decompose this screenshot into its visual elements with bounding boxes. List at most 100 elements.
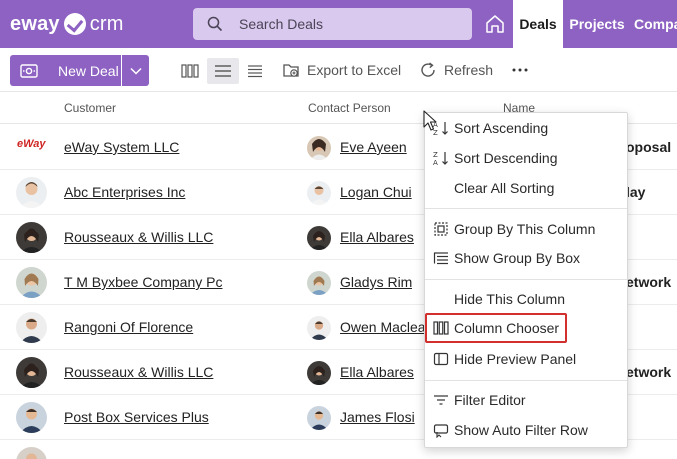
avatar — [307, 181, 331, 205]
column-chooser-icon — [433, 321, 449, 335]
view-list-button[interactable] — [207, 58, 239, 84]
menu-separator — [425, 380, 627, 381]
deal-icon — [20, 63, 38, 78]
filter-icon — [434, 395, 448, 405]
deal-name[interactable]: etwork — [626, 364, 671, 380]
avatar — [16, 177, 47, 208]
column-context-menu: AZ Sort Ascending ZA Sort Descending Cle… — [424, 112, 628, 448]
avatar — [307, 406, 331, 430]
export-label: Export to Excel — [307, 62, 402, 78]
refresh-icon — [421, 62, 435, 77]
preview-panel-icon — [433, 352, 449, 366]
logo-check-icon — [63, 13, 86, 35]
svg-text:A: A — [433, 159, 438, 166]
search-placeholder: Search Deals — [239, 16, 324, 32]
avatar — [16, 357, 47, 388]
menu-item-label: Filter Editor — [454, 392, 526, 408]
contact-link[interactable]: Logan Chui — [340, 184, 412, 200]
menu-item-label: Show Group By Box — [454, 250, 581, 266]
menu-item-label: Show Auto Filter Row — [454, 422, 588, 438]
menu-separator — [425, 279, 627, 280]
tab-deals[interactable]: Deals — [513, 0, 563, 48]
menu-item-label: Sort Descending — [454, 150, 558, 166]
more-options-button[interactable] — [510, 62, 530, 78]
mouse-cursor-icon — [423, 110, 437, 131]
new-deal-dropdown-button[interactable] — [122, 55, 149, 86]
menu-item-column-chooser[interactable]: Column Chooser — [425, 313, 567, 343]
avatar — [307, 316, 331, 340]
tab-companies[interactable]: Companies — [634, 0, 677, 48]
menu-item-clear-sorting[interactable]: Clear All Sorting — [425, 175, 627, 201]
svg-text:Z: Z — [433, 151, 438, 159]
customer-link[interactable]: T M Byxbee Company Pc — [64, 274, 222, 290]
new-deal-button[interactable]: New Deal — [10, 55, 121, 86]
avatar — [16, 312, 47, 343]
search-box[interactable]: Search Deals — [193, 8, 472, 40]
deal-name[interactable]: lay — [626, 184, 645, 200]
contact-link[interactable]: Eve Ayeen — [340, 139, 407, 155]
customer-link[interactable]: eWay System LLC — [64, 139, 179, 155]
customer-link[interactable]: Post Box Services Plus — [64, 409, 209, 425]
refresh-label: Refresh — [444, 62, 494, 78]
chevron-down-icon — [129, 67, 142, 75]
avatar — [16, 267, 47, 298]
view-cards-button[interactable] — [174, 58, 206, 84]
new-deal-label: New Deal — [58, 62, 119, 79]
column-header-contact[interactable]: Contact Person — [308, 101, 391, 115]
contact-link[interactable]: Gladys Rim — [340, 274, 412, 290]
export-excel-icon — [283, 64, 299, 77]
menu-item-label: Sort Ascending — [454, 120, 549, 136]
customer-link[interactable]: Rousseaux & Willis LLC — [64, 364, 213, 380]
top-bar: eway crm Search Deals Deals Projects Com… — [0, 0, 677, 48]
group-by-icon — [434, 222, 448, 236]
menu-item-label: Hide Preview Panel — [454, 351, 577, 367]
menu-item-group-by-column[interactable]: Group By This Column — [425, 216, 627, 242]
refresh-button[interactable]: Refresh — [419, 56, 493, 84]
auto-filter-icon — [433, 424, 449, 438]
column-header-customer[interactable]: Customer — [64, 101, 116, 115]
contact-link[interactable]: Ella Albares — [340, 229, 414, 245]
avatar — [307, 361, 331, 385]
menu-item-label: Column Chooser — [454, 320, 560, 336]
menu-item-label: Clear All Sorting — [454, 180, 555, 196]
deal-name[interactable]: oposal — [626, 139, 671, 155]
group-box-icon — [433, 252, 448, 265]
menu-item-auto-filter-row[interactable]: Show Auto Filter Row — [425, 417, 627, 443]
columns-view-icon — [181, 64, 199, 78]
logo-text-left: eway — [10, 12, 60, 35]
more-icon — [512, 68, 528, 72]
contact-link[interactable]: Owen Maclea — [340, 319, 424, 335]
app-logo[interactable]: eway crm — [10, 12, 124, 36]
compact-list-icon — [248, 65, 262, 78]
menu-item-show-group-box[interactable]: Show Group By Box — [425, 245, 627, 271]
avatar — [16, 402, 47, 433]
logo-text-right: crm — [89, 12, 124, 35]
customer-logo: eWay — [17, 138, 46, 150]
avatar — [16, 222, 47, 253]
tab-projects[interactable]: Projects — [567, 0, 627, 48]
export-to-excel-button[interactable]: Export to Excel — [282, 56, 401, 84]
menu-item-label: Group By This Column — [454, 221, 596, 237]
menu-item-filter-editor[interactable]: Filter Editor — [425, 387, 627, 413]
avatar — [307, 271, 331, 295]
menu-item-sort-ascending[interactable]: AZ Sort Ascending — [425, 115, 627, 141]
deal-name[interactable]: etwork — [626, 274, 671, 290]
contact-link[interactable]: Ella Albares — [340, 364, 414, 380]
menu-item-hide-preview-panel[interactable]: Hide Preview Panel — [425, 346, 627, 372]
avatar — [307, 226, 331, 250]
menu-separator — [425, 208, 627, 209]
avatar — [16, 447, 47, 459]
avatar — [307, 136, 331, 160]
contact-link[interactable]: James Flosi — [340, 409, 415, 425]
view-compact-button[interactable] — [239, 58, 271, 84]
menu-item-hide-column[interactable]: Hide This Column — [425, 286, 627, 312]
customer-link[interactable]: Rangoni Of Florence — [64, 319, 193, 335]
customer-link[interactable]: Rousseaux & Willis LLC — [64, 229, 213, 245]
list-view-icon — [215, 65, 231, 77]
home-icon[interactable] — [484, 13, 506, 35]
menu-item-label: Hide This Column — [454, 291, 566, 307]
menu-item-sort-descending[interactable]: ZA Sort Descending — [425, 145, 627, 171]
customer-link[interactable]: Abc Enterprises Inc — [64, 184, 185, 200]
toolbar: New Deal Export to Excel Refresh — [0, 48, 677, 92]
sort-descending-icon: ZA — [433, 151, 448, 166]
